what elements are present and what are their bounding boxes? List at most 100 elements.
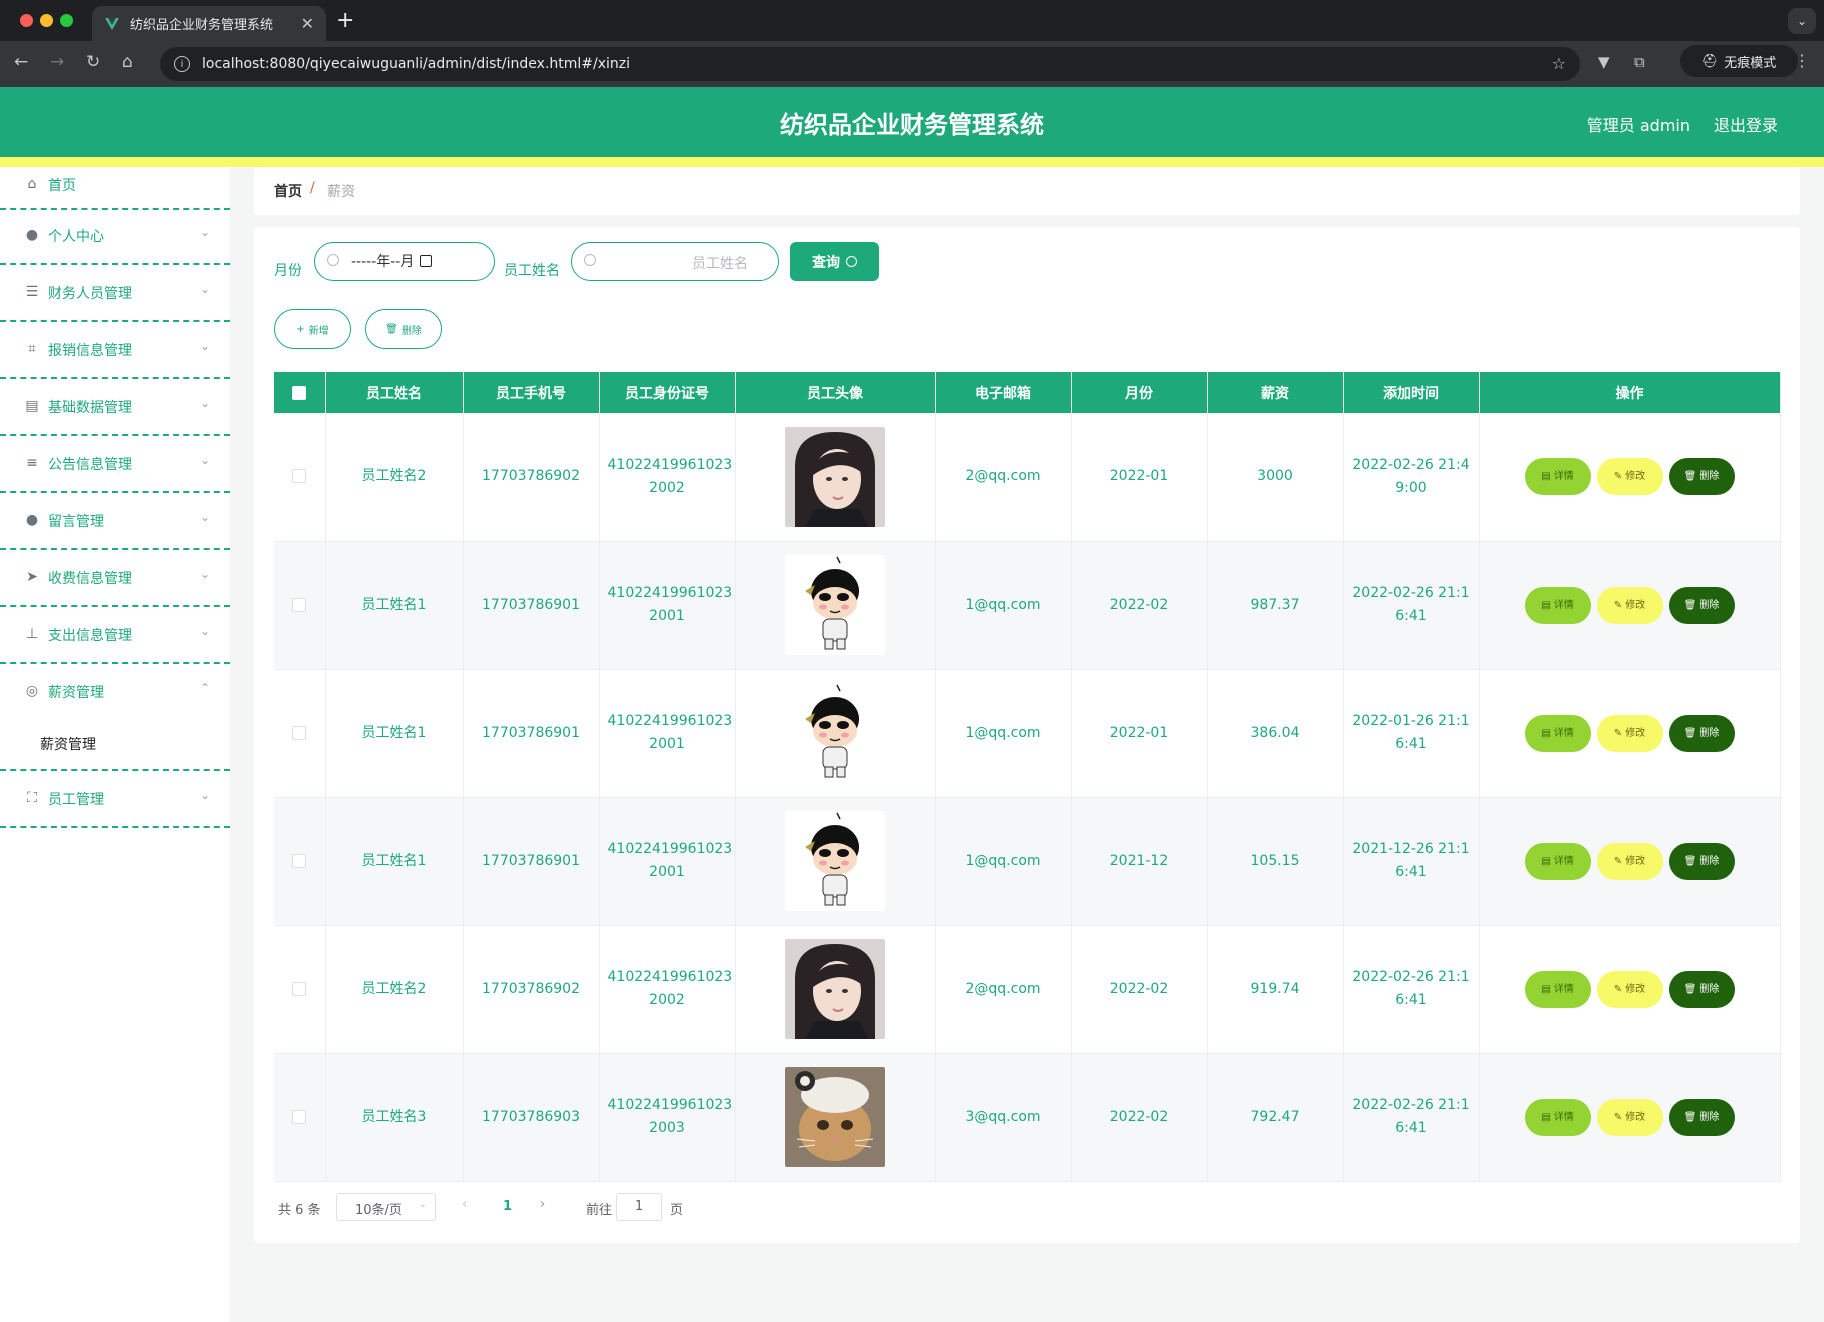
select-all-checkbox[interactable] (292, 385, 307, 400)
reload-icon[interactable]: ↻ (86, 52, 100, 72)
bookmark-star-icon[interactable]: ☆ (1552, 54, 1566, 73)
employee-phone-cell: 17703786902 (463, 413, 600, 542)
detail-button[interactable]: ▤ 详情 (1524, 458, 1591, 496)
operations-cell: ▤ 详情 ✎ 修改 🗑 删除 (1479, 541, 1781, 670)
forward-icon[interactable]: → (50, 52, 64, 72)
column-header[interactable]: 添加时间 (1343, 372, 1480, 413)
sidebar-item-messages[interactable]: ● 留言管理 ⌄ (0, 495, 230, 550)
employee-avatar[interactable] (785, 426, 885, 527)
column-header[interactable]: 员工头像 (735, 372, 936, 413)
delete-button[interactable]: 🗑 删除 (1668, 586, 1735, 624)
tab-search-icon[interactable]: ⌄ (1788, 8, 1816, 34)
edit-button[interactable]: ✎ 修改 (1596, 714, 1663, 752)
edit-button[interactable]: ✎ 修改 (1596, 970, 1663, 1008)
edit-button[interactable]: ✎ 修改 (1596, 586, 1663, 624)
employee-avatar-cell (735, 669, 936, 798)
add-button[interactable]: + 新增 (274, 309, 351, 349)
row-checkbox[interactable] (292, 1109, 307, 1124)
sidebar-item-salary[interactable]: ◎ 薪资管理 ⌃ (0, 666, 230, 721)
extensions-puzzle-icon[interactable]: ⧉ (1634, 53, 1645, 71)
maximize-window-button[interactable] (60, 14, 73, 27)
delete-button[interactable]: 🗑 删除 (1668, 842, 1735, 880)
delete-button[interactable]: 🗑 删除 (1668, 714, 1735, 752)
close-tab-icon[interactable]: ✕ (301, 14, 314, 33)
column-header[interactable]: 薪资 (1207, 372, 1344, 413)
browser-tab[interactable]: 纺织品企业财务管理系统 ✕ (92, 6, 326, 41)
month-cell: 2022-02 (1071, 925, 1208, 1054)
sidebar-item-finance-staff[interactable]: ☰ 财务人员管理 ⌄ (0, 267, 230, 322)
sidebar-item-income[interactable]: ➤ 收费信息管理 ⌄ (0, 552, 230, 607)
added-time-part2: 6:41 (1395, 608, 1427, 624)
site-info-icon[interactable]: i (174, 56, 190, 72)
calendar-icon[interactable] (420, 255, 433, 267)
browser-menu-icon[interactable]: ⋮ (1794, 51, 1810, 70)
column-header[interactable]: 员工姓名 (325, 372, 464, 413)
employee-avatar[interactable] (785, 939, 885, 1039)
back-icon[interactable]: ← (14, 52, 28, 72)
new-tab-icon[interactable]: + (336, 8, 354, 33)
row-checkbox[interactable] (292, 725, 307, 740)
page-number-current[interactable]: 1 (503, 1199, 512, 1214)
detail-button[interactable]: ▤ 详情 (1524, 586, 1591, 624)
batch-delete-button[interactable]: 🗑 删除 (365, 309, 442, 349)
sidebar-subitem-salary-management[interactable]: 薪资管理 (0, 715, 230, 771)
search-button[interactable]: 查询 (790, 242, 879, 281)
close-window-button[interactable] (20, 14, 33, 27)
detail-button[interactable]: ▤ 详情 (1524, 970, 1591, 1008)
detail-button[interactable]: ▤ 详情 (1524, 842, 1591, 880)
incognito-indicator[interactable]: ⛑ 无痕模式 (1680, 45, 1798, 77)
next-page-icon[interactable]: › (540, 1197, 545, 1212)
delete-button[interactable]: 🗑 删除 (1668, 1098, 1735, 1136)
delete-button-label: 删除 (1699, 983, 1720, 995)
column-header[interactable]: 电子邮箱 (935, 372, 1072, 413)
delete-button[interactable]: 🗑 删除 (1668, 970, 1735, 1008)
address-bar[interactable]: i localhost:8080/qiyecaiwuguanli/admin/d… (160, 47, 1580, 81)
employee-avatar-cell (735, 413, 936, 542)
column-header[interactable]: 员工身份证号 (599, 372, 736, 413)
home-button-icon[interactable]: ⌂ (122, 52, 133, 72)
employee-avatar[interactable] (785, 811, 885, 911)
prev-page-icon[interactable]: ‹ (462, 1197, 467, 1212)
row-checkbox[interactable] (292, 981, 307, 996)
minimize-window-button[interactable] (40, 14, 53, 27)
employee-phone-cell: 17703786902 (463, 925, 600, 1054)
sidebar-item-home[interactable]: ⌂ 首页 (0, 167, 230, 210)
sidebar-item-reimbursement[interactable]: ⌗ 报销信息管理 ⌄ (0, 324, 230, 379)
sidebar-item-announcements[interactable]: ≡ 公告信息管理 ⌄ (0, 438, 230, 493)
employee-avatar[interactable] (785, 1067, 885, 1167)
row-checkbox[interactable] (292, 597, 307, 612)
month-filter-input[interactable]: -----年--月 (314, 242, 495, 281)
search-button-label: 查询 (812, 254, 840, 271)
user-icon: ● (25, 227, 39, 243)
column-header[interactable]: 月份 (1071, 372, 1208, 413)
pencil-icon: ✎ (1613, 727, 1623, 739)
delete-button[interactable]: 🗑 删除 (1668, 458, 1735, 496)
delete-button-label: 删除 (1699, 599, 1720, 611)
sidebar-item-employees[interactable]: ⛶ 员工管理 ⌄ (0, 773, 230, 828)
detail-button[interactable]: ▤ 详情 (1524, 714, 1591, 752)
row-checkbox[interactable] (292, 469, 307, 484)
edit-button[interactable]: ✎ 修改 (1596, 842, 1663, 880)
breadcrumb-current: 薪资 (327, 184, 355, 200)
employee-avatar[interactable] (785, 683, 885, 783)
batch-delete-label: 删除 (401, 325, 422, 337)
added-time-cell: 2021-12-26 21:1 6:41 (1343, 797, 1480, 926)
logout-link[interactable]: 退出登录 (1714, 112, 1778, 136)
page-size-select[interactable]: 10条/页 ⌄ (336, 1193, 436, 1221)
sidebar-item-expenses[interactable]: ⊥ 支出信息管理 ⌄ (0, 609, 230, 664)
extension-v-icon[interactable]: ▼ (1598, 53, 1610, 71)
sidebar-item-personal-center[interactable]: ● 个人中心 ⌄ (0, 210, 230, 265)
breadcrumb-home[interactable]: 首页 (274, 181, 302, 201)
row-checkbox[interactable] (292, 853, 307, 868)
edit-button[interactable]: ✎ 修改 (1596, 1098, 1663, 1136)
pencil-icon: ✎ (1613, 983, 1623, 995)
column-header[interactable]: 员工手机号 (463, 372, 600, 413)
employee-avatar[interactable] (785, 555, 885, 655)
detail-button[interactable]: ▤ 详情 (1524, 1098, 1591, 1136)
edit-button[interactable]: ✎ 修改 (1596, 458, 1663, 496)
goto-page-input[interactable]: 1 (616, 1193, 662, 1221)
sidebar-item-basic-data[interactable]: ▤ 基础数据管理 ⌄ (0, 381, 230, 436)
employee-name-input[interactable]: 员工姓名 (571, 242, 779, 281)
sidebar-item-label: 公告信息管理 (48, 457, 132, 473)
column-header[interactable]: 操作 (1479, 372, 1781, 413)
